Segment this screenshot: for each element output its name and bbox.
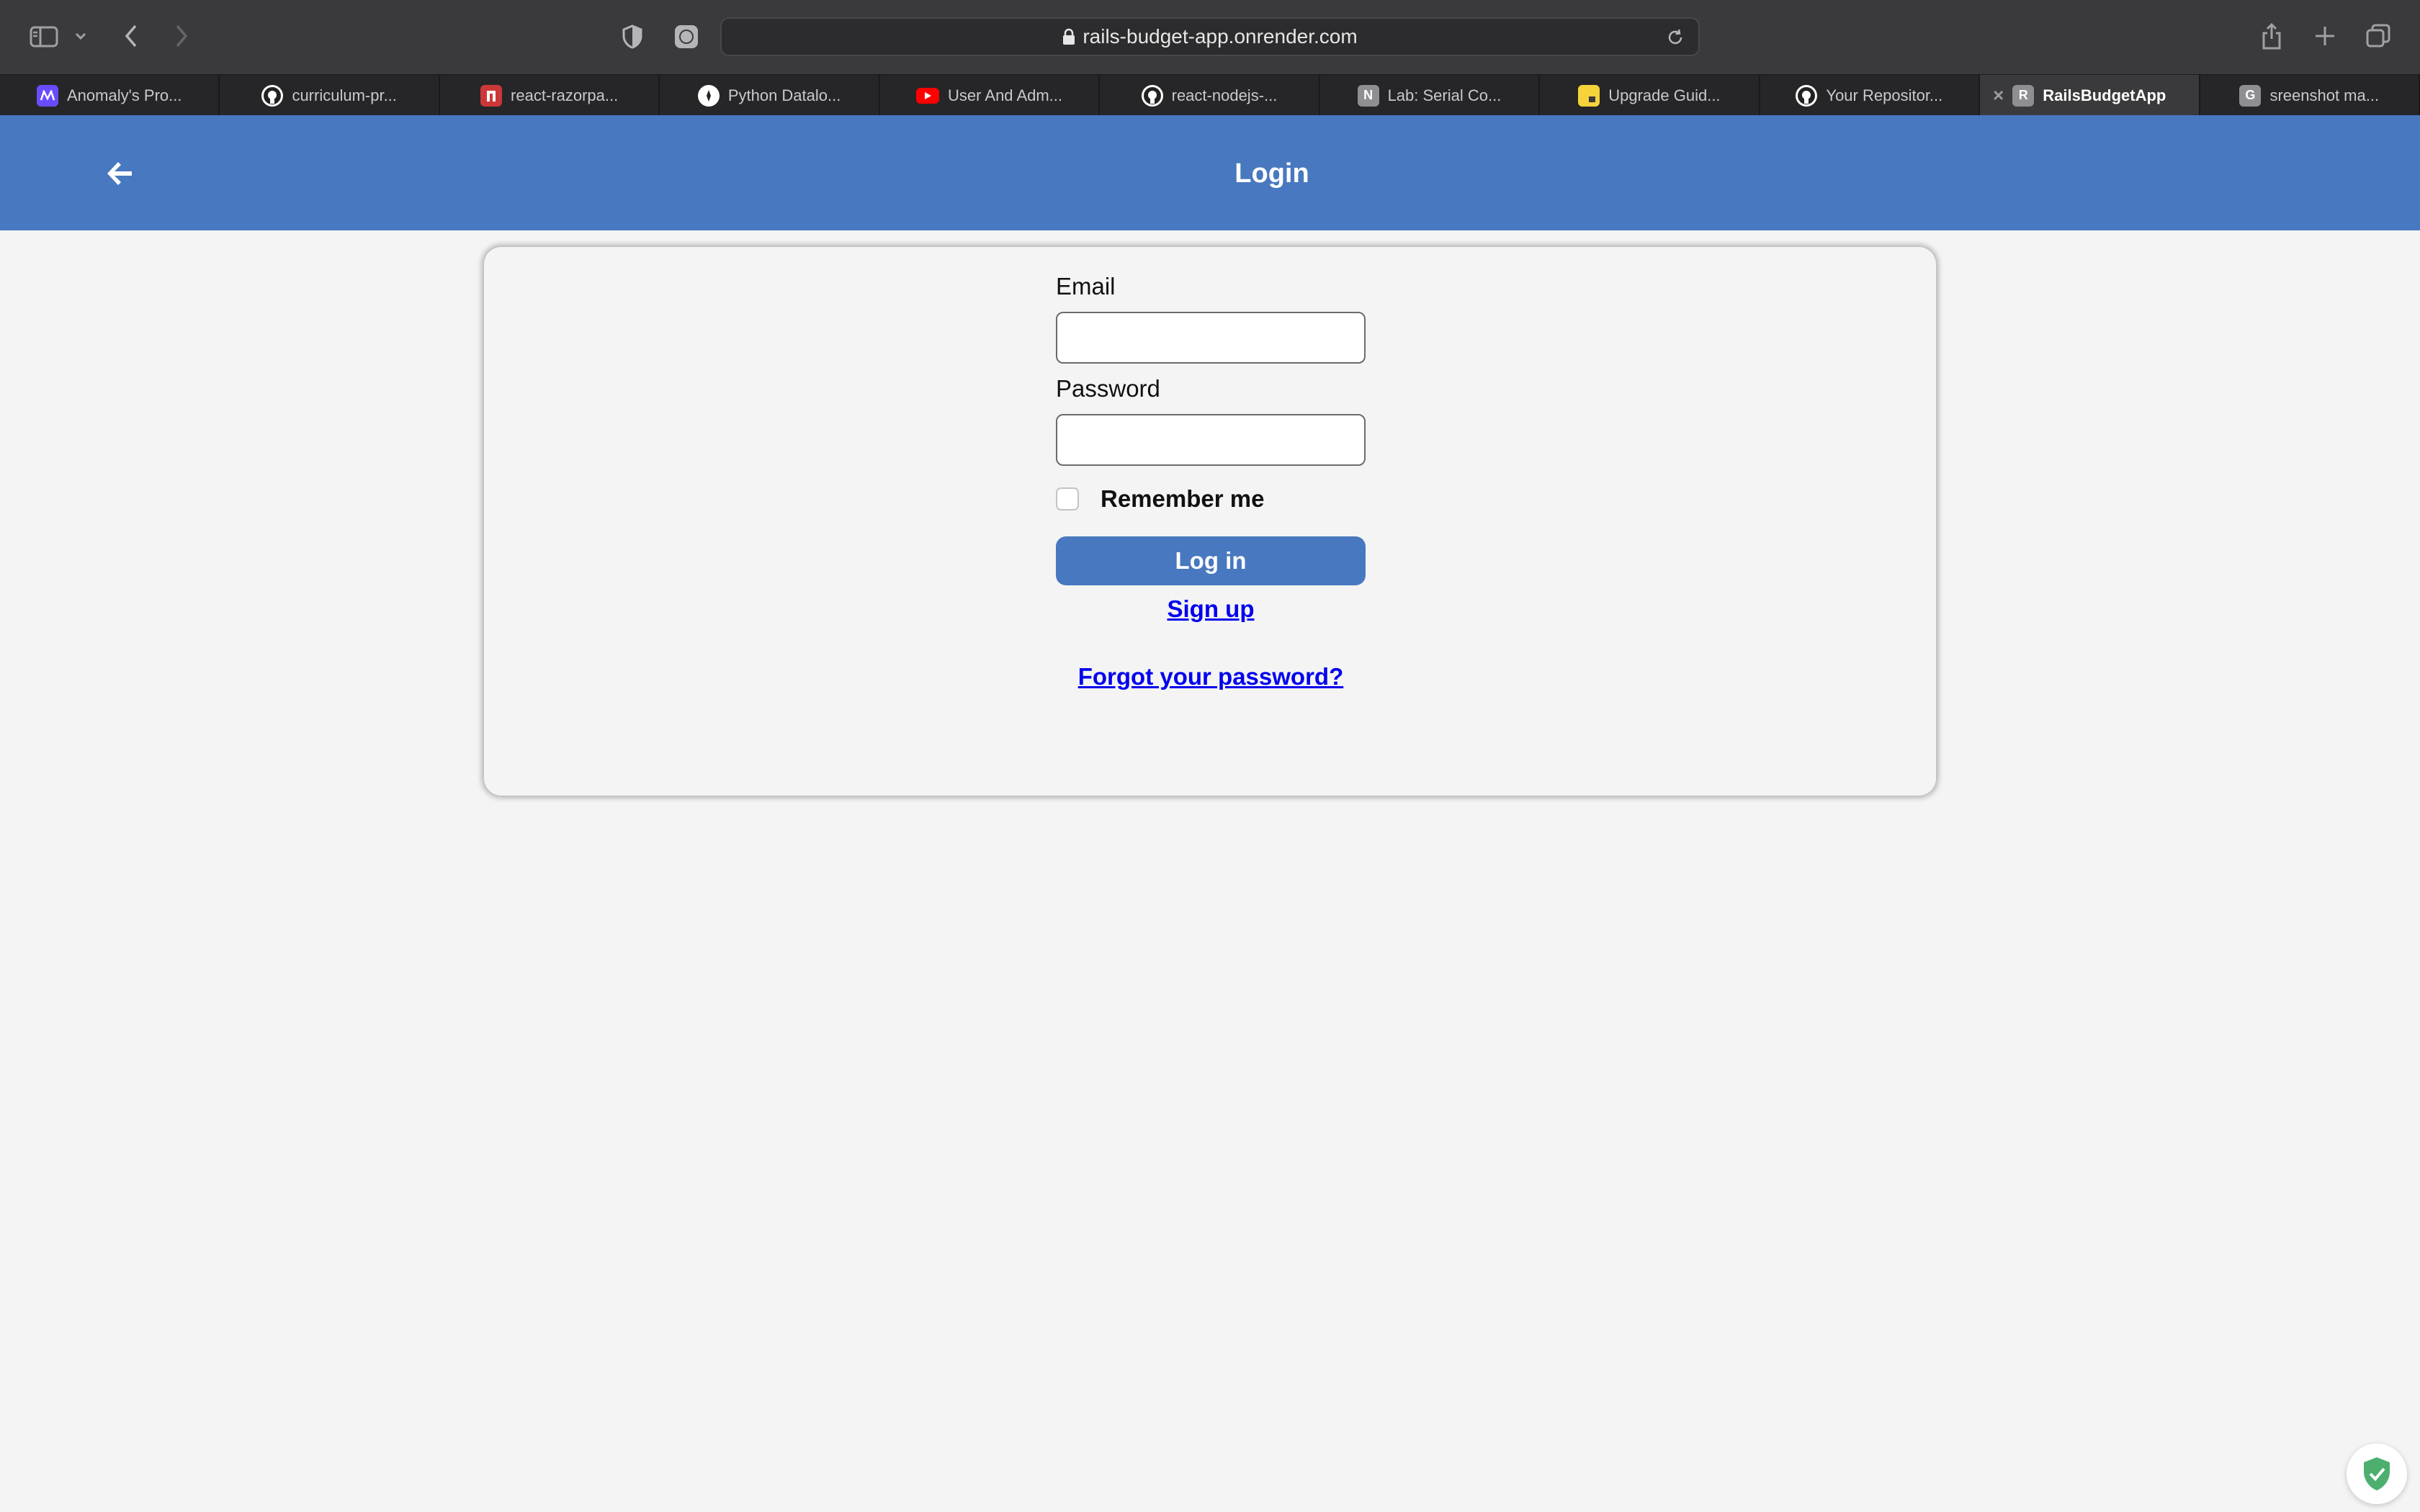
password-field[interactable] [1056,414,1366,466]
tab-title: react-razorpa... [511,86,619,104]
reload-icon[interactable] [1665,27,1685,53]
password-label: Password [1056,375,1160,402]
tab-strip: Anomaly's Pro... curriculum-pr... react-… [0,74,2420,116]
tab-title: Python Datalo... [727,86,841,104]
login-button[interactable]: Log in [1056,536,1366,585]
remember-me-row: Remember me [1056,483,1366,515]
remember-me-label: Remember me [1101,485,1265,512]
tab[interactable]: react-razorpa... [440,75,660,116]
anomaly-logo-icon [36,84,58,107]
compass-icon [697,84,720,107]
tab-title: curriculum-pr... [292,86,397,104]
tab-title: Upgrade Guid... [1608,86,1721,104]
email-field[interactable] [1056,312,1366,364]
sign-up-link[interactable]: Sign up [1056,595,1366,623]
tab[interactable]: N Lab: Serial Co... [1320,75,1541,116]
github-icon [1796,84,1818,107]
tab-title: react-nodejs-... [1171,86,1278,104]
tab-title: RailsBudgetApp [2043,86,2166,104]
browser-toolbar: rails-budget-app.onrender.com [0,0,2420,74]
tab-active[interactable]: × R RailsBudgetApp [1980,75,2200,116]
lock-icon [1062,28,1075,45]
forward-nav-icon[interactable] [169,22,194,50]
sidebar-toggle-icon[interactable] [27,23,60,50]
tab[interactable]: Your Repositor... [1760,75,1981,116]
share-icon[interactable] [2257,20,2286,52]
tab-overview-icon[interactable] [2364,22,2393,50]
back-nav-icon[interactable] [118,22,144,50]
tab[interactable]: react-nodejs-... [1100,75,1320,116]
tab[interactable]: Python Datalo... [660,75,880,116]
shield-check-icon [2364,1457,2390,1490]
tab[interactable]: G sreenshot ma... [2200,75,2420,116]
close-tab-icon[interactable]: × [1993,84,2004,106]
page-title: Login [1234,158,1309,189]
remember-me-checkbox[interactable] [1056,487,1079,510]
new-tab-icon[interactable] [2311,22,2339,50]
letter-g-icon: G [2239,84,2262,107]
login-form: Email Password Remember me Log in Sign u… [1056,271,1366,690]
extension-icon[interactable] [673,23,700,50]
url-text: rails-budget-app.onrender.com [1083,25,1358,48]
github-icon [261,84,284,107]
tab-title: Anomaly's Pro... [66,86,182,104]
tab[interactable]: Anomaly's Pro... [0,75,220,116]
tab[interactable]: Upgrade Guid... [1540,75,1760,116]
note-icon [1578,84,1600,107]
youtube-icon [916,87,940,104]
app-header: Login [0,115,2420,230]
login-card: Email Password Remember me Log in Sign u… [484,247,1936,796]
security-extension-badge[interactable] [2347,1444,2407,1504]
npm-icon [480,84,503,107]
tab[interactable]: curriculum-pr... [220,75,440,116]
tab-title: User And Adm... [948,86,1063,104]
forgot-password-link[interactable]: Forgot your password? [1056,663,1366,690]
chevron-down-icon[interactable] [72,27,89,45]
email-label: Email [1056,273,1116,300]
privacy-shield-icon[interactable] [619,23,645,50]
letter-r-icon: R [2012,84,2035,107]
tab-title: Your Repositor... [1826,86,1943,104]
tab-title: sreenshot ma... [2269,86,2380,104]
url-bar[interactable]: rails-budget-app.onrender.com [720,17,1700,56]
tab[interactable]: User And Adm... [880,75,1101,116]
github-icon [1141,84,1163,107]
letter-n-icon: N [1357,84,1379,107]
tab-title: Lab: Serial Co... [1387,86,1502,104]
